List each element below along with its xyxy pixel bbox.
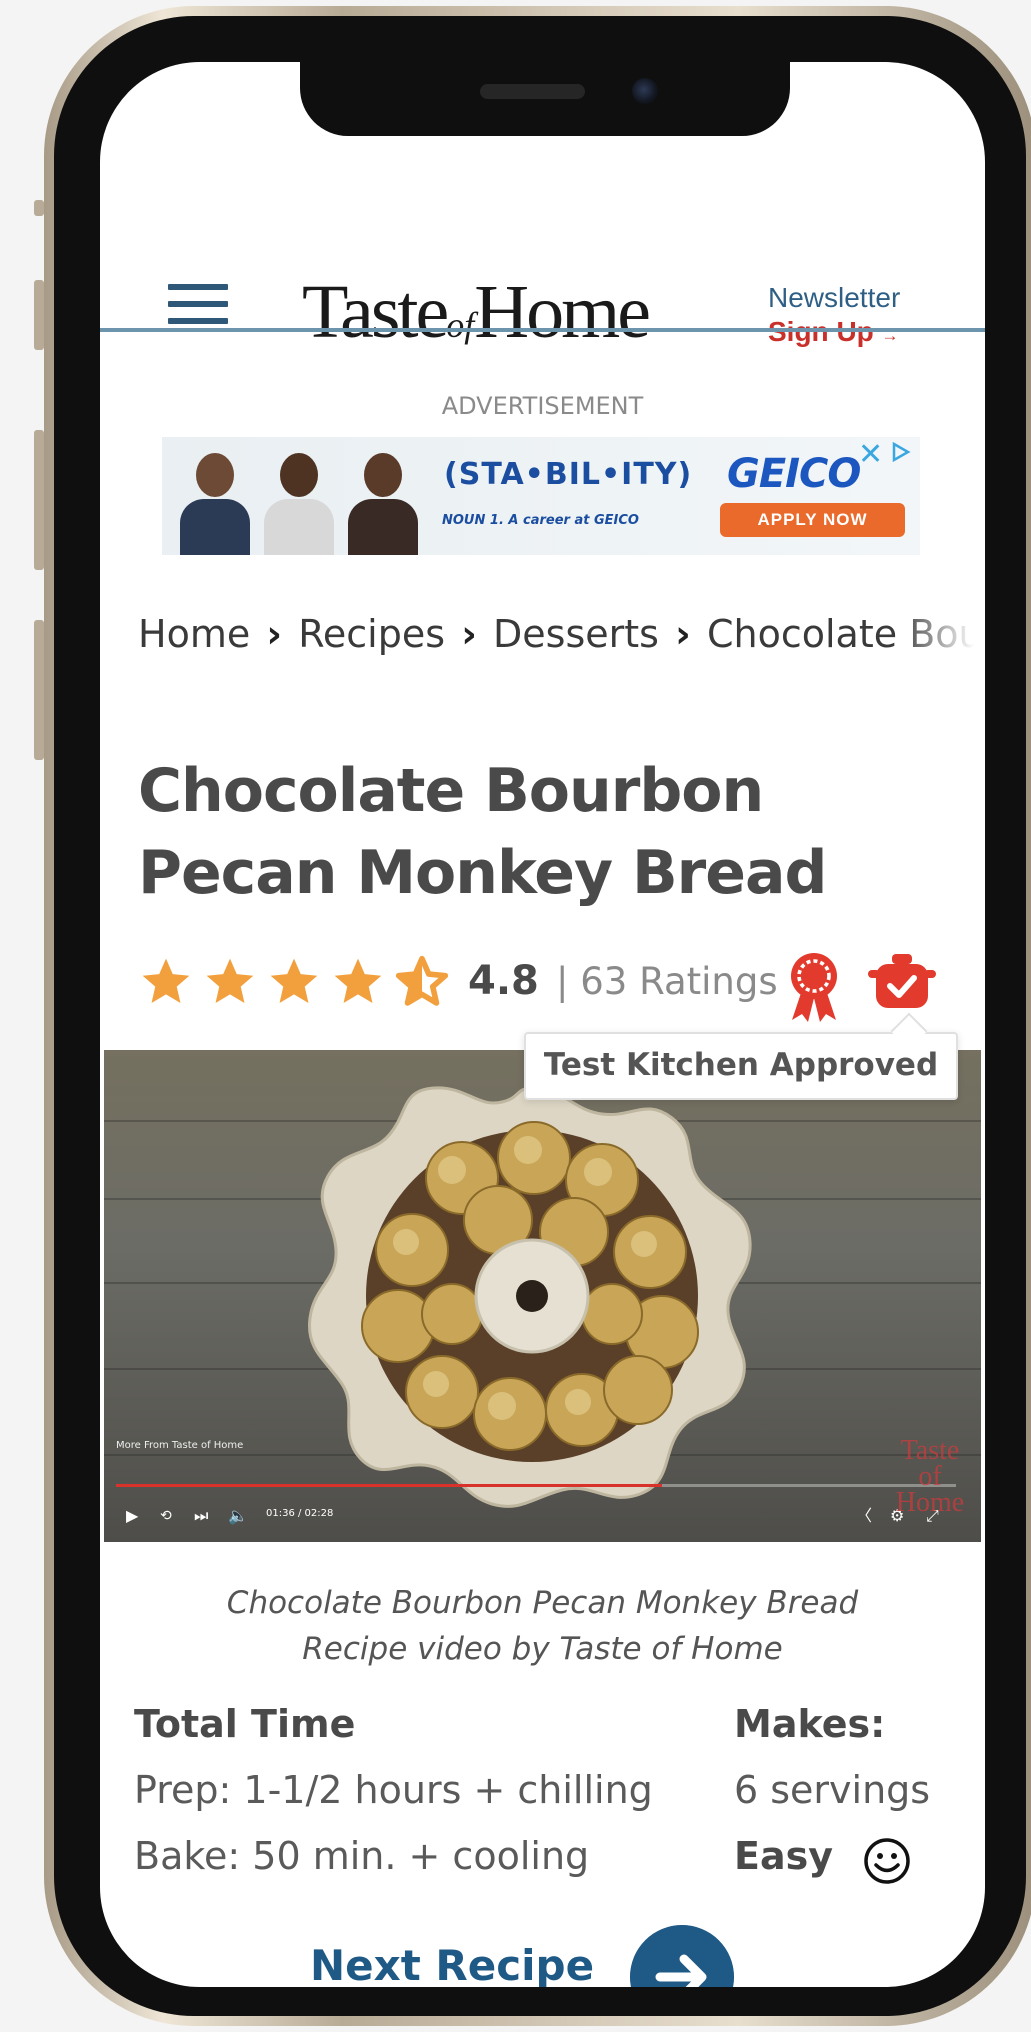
- star-icon: [334, 958, 382, 1003]
- ad-apply-button[interactable]: APPLY NOW: [720, 503, 905, 537]
- newsletter-label[interactable]: Newsletter: [768, 284, 900, 312]
- phone-volume-up: [34, 280, 44, 350]
- award-ribbon-icon[interactable]: [784, 950, 844, 1024]
- chevron-right-icon: ›: [461, 612, 477, 656]
- star-icon: [270, 958, 318, 1003]
- hamburger-icon[interactable]: [168, 284, 228, 332]
- phone-mute-switch: [34, 620, 44, 760]
- recipe-video-player[interactable]: More From Taste of Home ▶ ⟲ ⏭ 🔈 01:36 / …: [104, 1050, 981, 1542]
- video-caption: Chocolate Bourbon Pecan Monkey Bread Rec…: [100, 1580, 985, 1672]
- recipe-title: Chocolate Bourbon Pecan Monkey Bread: [138, 756, 827, 908]
- phone-volume-down: [34, 430, 44, 570]
- video-progress-track[interactable]: [116, 1484, 956, 1487]
- difficulty-label: Easy: [734, 1834, 833, 1878]
- servings-value: 6 servings: [734, 1768, 931, 1812]
- makes-label: Makes:: [734, 1702, 886, 1746]
- bake-time: Bake: 50 min. + cooling: [134, 1834, 590, 1878]
- star-icon: [142, 958, 190, 1003]
- share-icon[interactable]: 〈: [856, 1504, 872, 1528]
- ad-close-icon[interactable]: ✕: [858, 440, 883, 470]
- advertisement-label: ADVERTISEMENT: [441, 392, 644, 420]
- monkey-bread-image: [307, 1086, 752, 1508]
- video-caption-title: Chocolate Bourbon Pecan Monkey Bread: [226, 1585, 859, 1621]
- ad-person-image: [176, 447, 254, 555]
- next-recipe-label: Next Recipe: [310, 1941, 595, 1987]
- replay-icon[interactable]: ⟲: [160, 1504, 172, 1528]
- phone-side-button: [34, 200, 44, 216]
- arrow-right-icon[interactable]: [630, 1925, 734, 1987]
- ad-headline: (STA•BIL•ITY): [444, 457, 693, 492]
- chevron-right-icon: ›: [266, 612, 283, 656]
- logo-text-of: of: [446, 305, 475, 345]
- breadcrumb-fade: [898, 608, 985, 660]
- video-caption-credit: Recipe video by Taste of Home: [302, 1631, 783, 1667]
- ad-person-image: [344, 447, 422, 555]
- breadcrumb-item-desserts[interactable]: Desserts: [493, 612, 659, 656]
- rating-value: 4.8: [468, 958, 539, 1004]
- volume-mute-icon[interactable]: 🔈: [228, 1504, 248, 1528]
- prep-time: Prep: 1-1/2 hours + chilling: [134, 1768, 653, 1812]
- play-icon[interactable]: ▶: [126, 1504, 138, 1528]
- header-divider: [100, 328, 985, 332]
- adchoices-icon[interactable]: [890, 441, 912, 468]
- breadcrumb-item-recipes[interactable]: Recipes: [298, 612, 445, 656]
- phone-screen: TasteofHome Newsletter Sign Up → ADVERTI…: [100, 62, 985, 1987]
- smiley-icon: [864, 1838, 910, 1884]
- ad-brand-logo: GEICO: [727, 451, 861, 497]
- ad-banner[interactable]: (STA•BIL•ITY) NOUN 1. A career at GEICO …: [162, 437, 920, 555]
- breadcrumb-item-home[interactable]: Home: [138, 612, 250, 656]
- test-kitchen-pot-icon[interactable]: [866, 952, 938, 1016]
- ad-subline: NOUN 1. A career at GEICO: [442, 513, 639, 528]
- video-watermark-logo: Taste of Home: [895, 1435, 965, 1518]
- ad-person-image: [260, 447, 338, 555]
- star-icon: [206, 958, 254, 1003]
- video-more-link[interactable]: More From Taste of Home: [116, 1440, 243, 1451]
- total-time-label: Total Time: [134, 1702, 356, 1746]
- rating-row[interactable]: 4.8 | 63 Ratings: [138, 950, 985, 1022]
- breadcrumb: Home›Recipes›Desserts›Chocolate Bourbon …: [138, 608, 985, 660]
- skip-next-icon[interactable]: ⏭: [194, 1504, 208, 1528]
- next-recipe-button[interactable]: Next Recipe: [310, 1919, 750, 1987]
- logo-text-taste: Taste: [302, 270, 449, 354]
- chevron-right-icon: ›: [675, 612, 691, 656]
- star-half-icon: [395, 955, 449, 1006]
- signup-link[interactable]: Sign Up →: [768, 318, 899, 346]
- logo-text-home: Home: [474, 270, 651, 354]
- video-controls: ▶ ⟲ ⏭ 🔈 01:36 / 02:28 〈 ⚙ ⤢: [104, 1498, 981, 1534]
- site-logo[interactable]: TasteofHome: [302, 274, 651, 350]
- video-time: 01:36 / 02:28: [266, 1508, 334, 1519]
- video-progress-fill: [116, 1484, 662, 1487]
- rating-count[interactable]: | 63 Ratings: [556, 960, 778, 1003]
- test-kitchen-tooltip: Test Kitchen Approved: [524, 1032, 958, 1100]
- site-header: TasteofHome Newsletter Sign Up →: [100, 62, 985, 350]
